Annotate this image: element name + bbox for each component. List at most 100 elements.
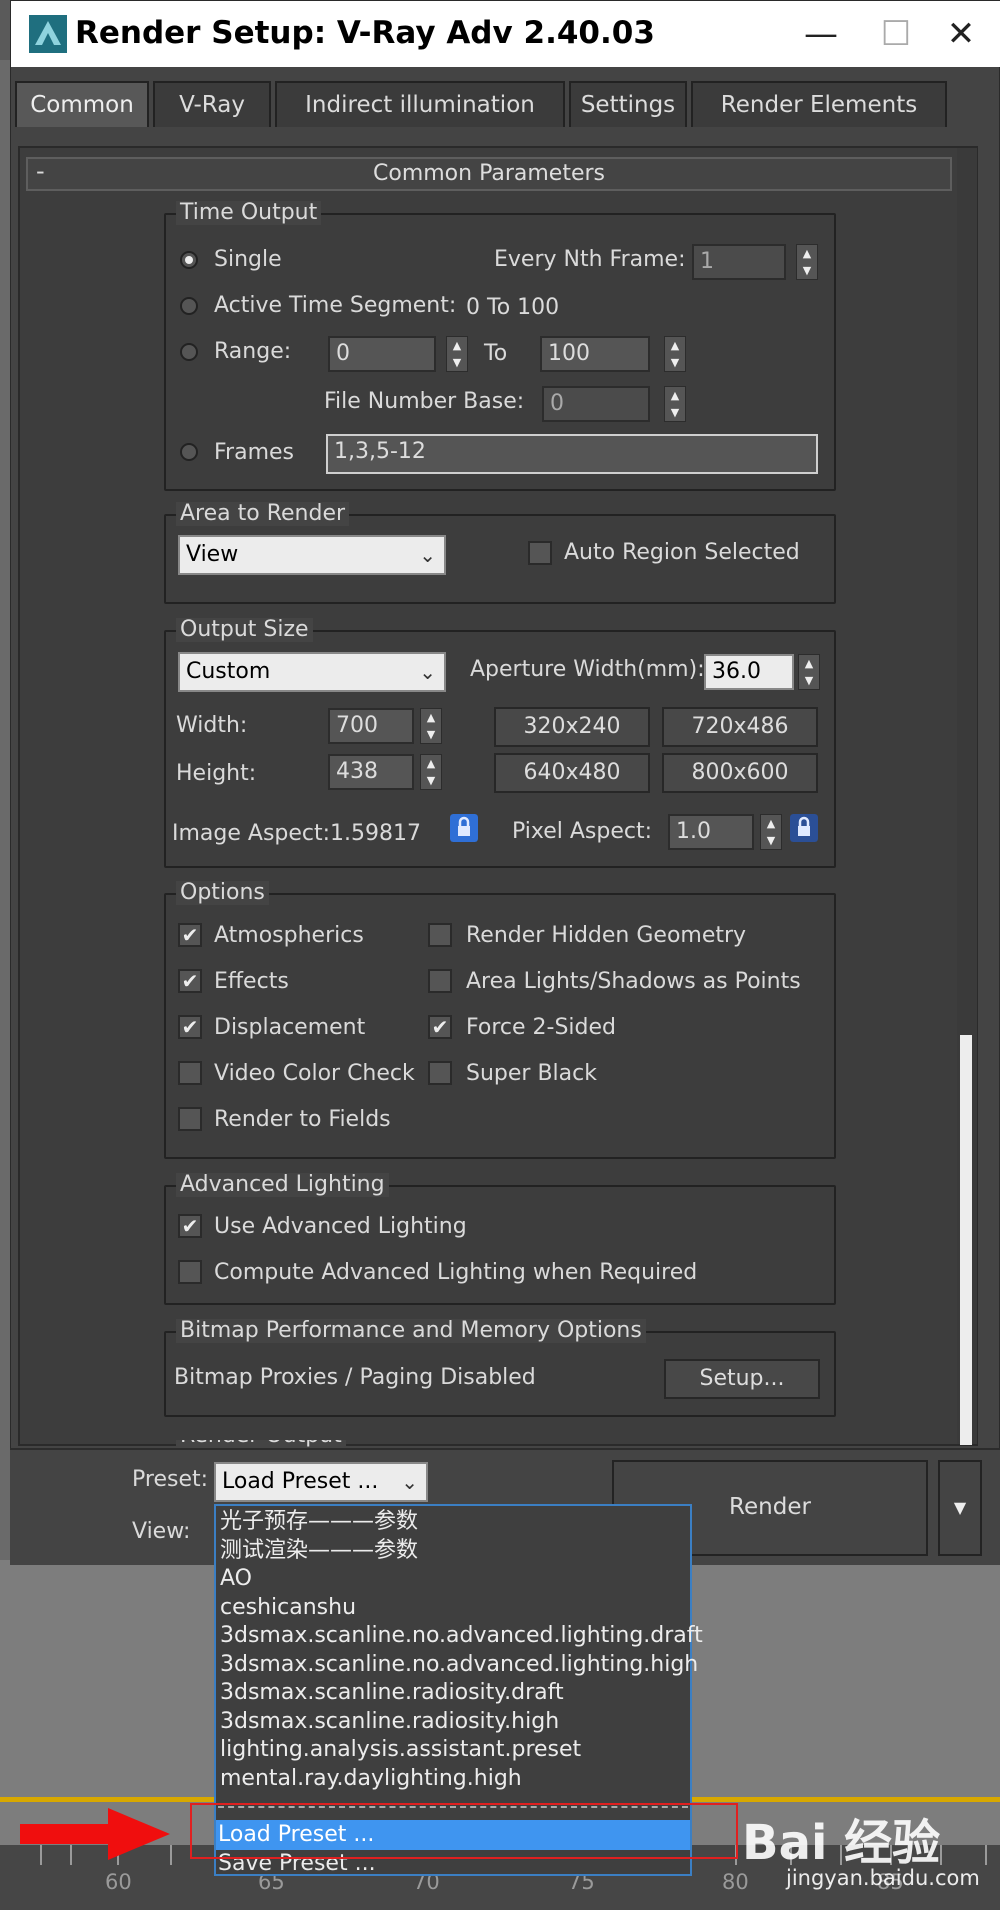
render-hidden-geometry-checkbox[interactable] bbox=[428, 923, 452, 947]
pixel-aspect-spinner[interactable]: ▲ ▼ bbox=[760, 814, 782, 850]
output-size-label: Output Size bbox=[176, 618, 313, 642]
atmospherics-label: Atmospherics bbox=[214, 923, 364, 948]
highlight-box bbox=[190, 1803, 738, 1859]
preset-option[interactable]: AO bbox=[220, 1565, 252, 1593]
height-label: Height: bbox=[176, 761, 257, 786]
use-advanced-lighting-label: Use Advanced Lighting bbox=[214, 1214, 467, 1239]
width-label: Width: bbox=[176, 713, 248, 738]
options-label: Options bbox=[176, 881, 269, 905]
scrollbar-thumb[interactable] bbox=[960, 1035, 972, 1445]
preset-640x480-button[interactable]: 640x480 bbox=[494, 753, 650, 793]
frames-label: Frames bbox=[214, 440, 295, 465]
window-title: Render Setup: V-Ray Adv 2.40.03 bbox=[75, 15, 655, 51]
view-label: View: bbox=[132, 1519, 191, 1544]
auto-region-checkbox[interactable] bbox=[528, 541, 552, 565]
aperture-width-input[interactable]: 36.0 bbox=[704, 654, 794, 690]
preset-option[interactable]: mental.ray.daylighting.high bbox=[220, 1765, 522, 1793]
frames-radio[interactable] bbox=[180, 443, 198, 461]
bitmap-setup-button[interactable]: Setup... bbox=[664, 1359, 820, 1399]
displacement-label: Displacement bbox=[214, 1015, 366, 1040]
image-aspect-lock-icon[interactable] bbox=[450, 814, 478, 842]
range-to-label: To bbox=[484, 341, 508, 366]
video-color-check-checkbox[interactable] bbox=[178, 1061, 202, 1085]
force-2-sided-checkbox[interactable]: ✔ bbox=[428, 1015, 452, 1039]
super-black-label: Super Black bbox=[466, 1061, 597, 1086]
every-nth-frame-input[interactable]: 1 bbox=[692, 244, 786, 280]
preset-320x240-button[interactable]: 320x240 bbox=[494, 707, 650, 747]
tab-bar: Common V-Ray Indirect illumination Setti… bbox=[15, 81, 995, 127]
frames-input[interactable]: 1,3,5-12 bbox=[326, 434, 818, 474]
range-to-input[interactable]: 100 bbox=[540, 336, 650, 372]
area-lights-shadows-label: Area Lights/Shadows as Points bbox=[466, 969, 801, 994]
active-range-value: 0 To 100 bbox=[466, 295, 560, 320]
displacement-checkbox[interactable]: ✔ bbox=[178, 1015, 202, 1039]
effects-checkbox[interactable]: ✔ bbox=[178, 969, 202, 993]
pixel-aspect-lock-icon[interactable] bbox=[790, 814, 818, 842]
preset-option[interactable]: ceshicanshu bbox=[220, 1594, 356, 1622]
tab-indirect-illumination[interactable]: Indirect illumination bbox=[275, 81, 565, 127]
atmospherics-checkbox[interactable]: ✔ bbox=[178, 923, 202, 947]
range-radio[interactable] bbox=[180, 343, 198, 361]
aperture-width-spinner[interactable]: ▲ ▼ bbox=[798, 654, 820, 690]
preset-option[interactable]: 3dsmax.scanline.radiosity.draft bbox=[220, 1679, 564, 1707]
image-aspect-label: Image Aspect:1.59817 bbox=[172, 821, 422, 846]
tab-settings[interactable]: Settings bbox=[569, 81, 687, 127]
preset-800x600-button[interactable]: 800x600 bbox=[662, 753, 818, 793]
preset-option[interactable]: 测试渲染———参数 bbox=[220, 1537, 418, 1565]
bitmap-performance-label: Bitmap Performance and Memory Options bbox=[176, 1319, 646, 1343]
single-label: Single bbox=[214, 247, 282, 272]
close-button[interactable]: ✕ bbox=[926, 9, 996, 59]
tab-vray[interactable]: V-Ray bbox=[153, 81, 271, 127]
force-2-sided-label: Force 2-Sided bbox=[466, 1015, 616, 1040]
minimize-button[interactable]: — bbox=[786, 9, 856, 59]
render-dropdown-arrow[interactable]: ▼ bbox=[938, 1460, 982, 1556]
render-output-label: Render Output bbox=[176, 1440, 346, 1448]
file-number-base-spinner[interactable]: ▲ ▼ bbox=[664, 386, 686, 422]
preset-option[interactable]: lighting.analysis.assistant.preset bbox=[220, 1736, 581, 1764]
watermark-url: jingyan.baidu.com bbox=[786, 1866, 980, 1890]
rollout-header[interactable]: Common Parameters bbox=[26, 157, 952, 191]
advanced-lighting-group bbox=[164, 1185, 836, 1305]
range-to-spinner[interactable]: ▲ ▼ bbox=[664, 336, 686, 372]
preset-select[interactable]: Load Preset ... ⌄ bbox=[214, 1462, 428, 1502]
title-bar[interactable]: Render Setup: V-Ray Adv 2.40.03 — ☐ ✕ bbox=[11, 1, 1000, 67]
area-lights-shadows-checkbox[interactable] bbox=[428, 969, 452, 993]
red-arrow-icon bbox=[20, 1808, 170, 1860]
render-to-fields-label: Render to Fields bbox=[214, 1107, 391, 1132]
area-to-render-label: Area to Render bbox=[176, 502, 350, 526]
preset-option[interactable]: 3dsmax.scanline.no.advanced.lighting.dra… bbox=[220, 1622, 703, 1650]
preset-option[interactable]: 光子预存———参数 bbox=[220, 1508, 418, 1536]
tab-common[interactable]: Common bbox=[15, 81, 149, 127]
effects-label: Effects bbox=[214, 969, 289, 994]
height-spinner[interactable]: ▲ ▼ bbox=[420, 754, 442, 790]
area-to-render-select[interactable]: View ⌄ bbox=[178, 535, 446, 575]
collapse-toggle[interactable]: - bbox=[36, 157, 45, 185]
range-from-input[interactable]: 0 bbox=[328, 336, 436, 372]
tab-render-elements[interactable]: Render Elements bbox=[691, 81, 947, 127]
render-to-fields-checkbox[interactable] bbox=[178, 1107, 202, 1131]
maximize-button[interactable]: ☐ bbox=[861, 9, 931, 59]
every-nth-frame-label: Every Nth Frame: bbox=[494, 247, 686, 272]
pixel-aspect-label: Pixel Aspect: bbox=[512, 819, 653, 844]
use-advanced-lighting-checkbox[interactable]: ✔ bbox=[178, 1214, 202, 1238]
active-time-segment-radio[interactable] bbox=[180, 297, 198, 315]
render-output-group: Render Output bbox=[164, 1440, 836, 1448]
height-input[interactable]: 438 bbox=[328, 754, 414, 790]
pixel-aspect-input[interactable]: 1.0 bbox=[668, 814, 754, 850]
bitmap-status: Bitmap Proxies / Paging Disabled bbox=[174, 1365, 536, 1390]
output-size-select[interactable]: Custom ⌄ bbox=[178, 652, 446, 692]
preset-option[interactable]: 3dsmax.scanline.radiosity.high bbox=[220, 1708, 559, 1736]
compute-advanced-lighting-label: Compute Advanced Lighting when Required bbox=[214, 1260, 698, 1285]
every-nth-frame-spinner[interactable]: ▲ ▼ bbox=[796, 244, 818, 280]
file-number-base-input[interactable]: 0 bbox=[542, 386, 650, 422]
width-spinner[interactable]: ▲ ▼ bbox=[420, 708, 442, 744]
preset-option[interactable]: 3dsmax.scanline.no.advanced.lighting.hig… bbox=[220, 1651, 698, 1679]
advanced-lighting-label: Advanced Lighting bbox=[176, 1173, 389, 1197]
width-input[interactable]: 700 bbox=[328, 708, 414, 744]
super-black-checkbox[interactable] bbox=[428, 1061, 452, 1085]
range-label: Range: bbox=[214, 339, 292, 364]
single-radio[interactable] bbox=[180, 251, 198, 269]
preset-720x486-button[interactable]: 720x486 bbox=[662, 707, 818, 747]
compute-advanced-lighting-checkbox[interactable] bbox=[178, 1260, 202, 1284]
range-from-spinner[interactable]: ▲ ▼ bbox=[446, 336, 468, 372]
